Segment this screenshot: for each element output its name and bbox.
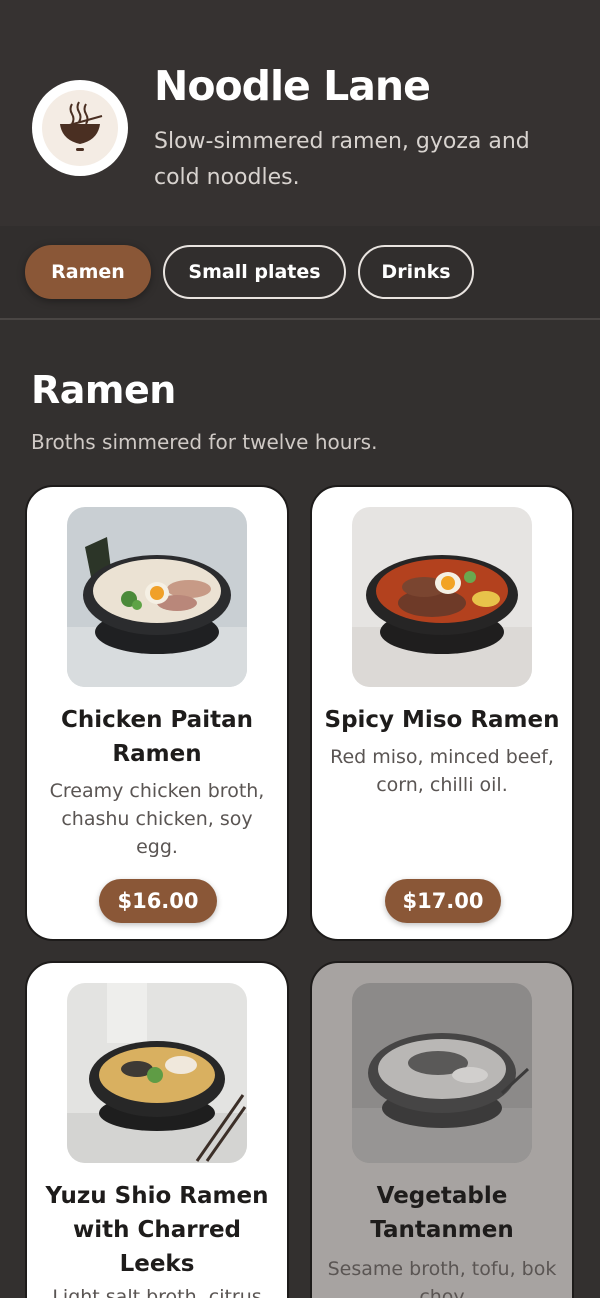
tab-ramen[interactable]: Ramen <box>25 245 151 299</box>
menu-item-description: Sesame broth, tofu, bok choy <box>327 1258 557 1298</box>
menu-item-card-unavailable[interactable]: Vegetable Tantanmen Sesame broth, tofu, … <box>310 961 574 1298</box>
spicy-miso-photo <box>352 507 532 687</box>
menu-item-name: Spicy Miso Ramen <box>324 707 560 733</box>
menu-item-name: Chicken Paitan Ramen <box>61 707 253 767</box>
tab-small-plates[interactable]: Small plates <box>163 245 346 299</box>
section-subtitle: Broths simmered for twelve hours. <box>31 430 378 454</box>
menu-item-card[interactable]: Spicy Miso Ramen Red miso, minced beef, … <box>310 485 574 941</box>
menu-item-card[interactable]: Yuzu Shio Ramen with Charred Leeks Light… <box>25 961 289 1298</box>
restaurant-logo <box>32 80 128 176</box>
restaurant-subtitle: Slow-simmered ramen, gyoza and cold nood… <box>154 129 530 190</box>
menu-item-name: Yuzu Shio Ramen with Charred Leeks <box>45 1183 269 1277</box>
menu-item-price[interactable]: $16.00 <box>99 879 217 923</box>
menu-item-name: Vegetable Tantanmen <box>370 1183 514 1243</box>
restaurant-header: Noodle Lane Slow-simmered ramen, gyoza a… <box>0 0 600 226</box>
menu-item-description: Light salt broth, citrus <box>52 1286 262 1298</box>
section-title: Ramen <box>31 368 176 412</box>
category-tabs: Ramen Small plates Drinks <box>0 226 600 320</box>
vegetable-tantanmen-photo <box>352 983 532 1163</box>
yuzu-shio-photo <box>67 983 247 1163</box>
restaurant-title: Noodle Lane <box>154 62 431 110</box>
tab-drinks[interactable]: Drinks <box>358 245 474 299</box>
menu-item-price[interactable]: $17.00 <box>385 879 501 923</box>
menu-item-description: Red miso, minced beef, corn, chilli oil. <box>330 746 554 796</box>
menu-item-description: Creamy chicken broth, chashu chicken, so… <box>49 780 265 858</box>
chicken-paitan-photo <box>67 507 247 687</box>
menu-item-card[interactable]: Chicken Paitan Ramen Creamy chicken brot… <box>25 485 289 941</box>
ramen-bowl-icon <box>42 90 118 166</box>
